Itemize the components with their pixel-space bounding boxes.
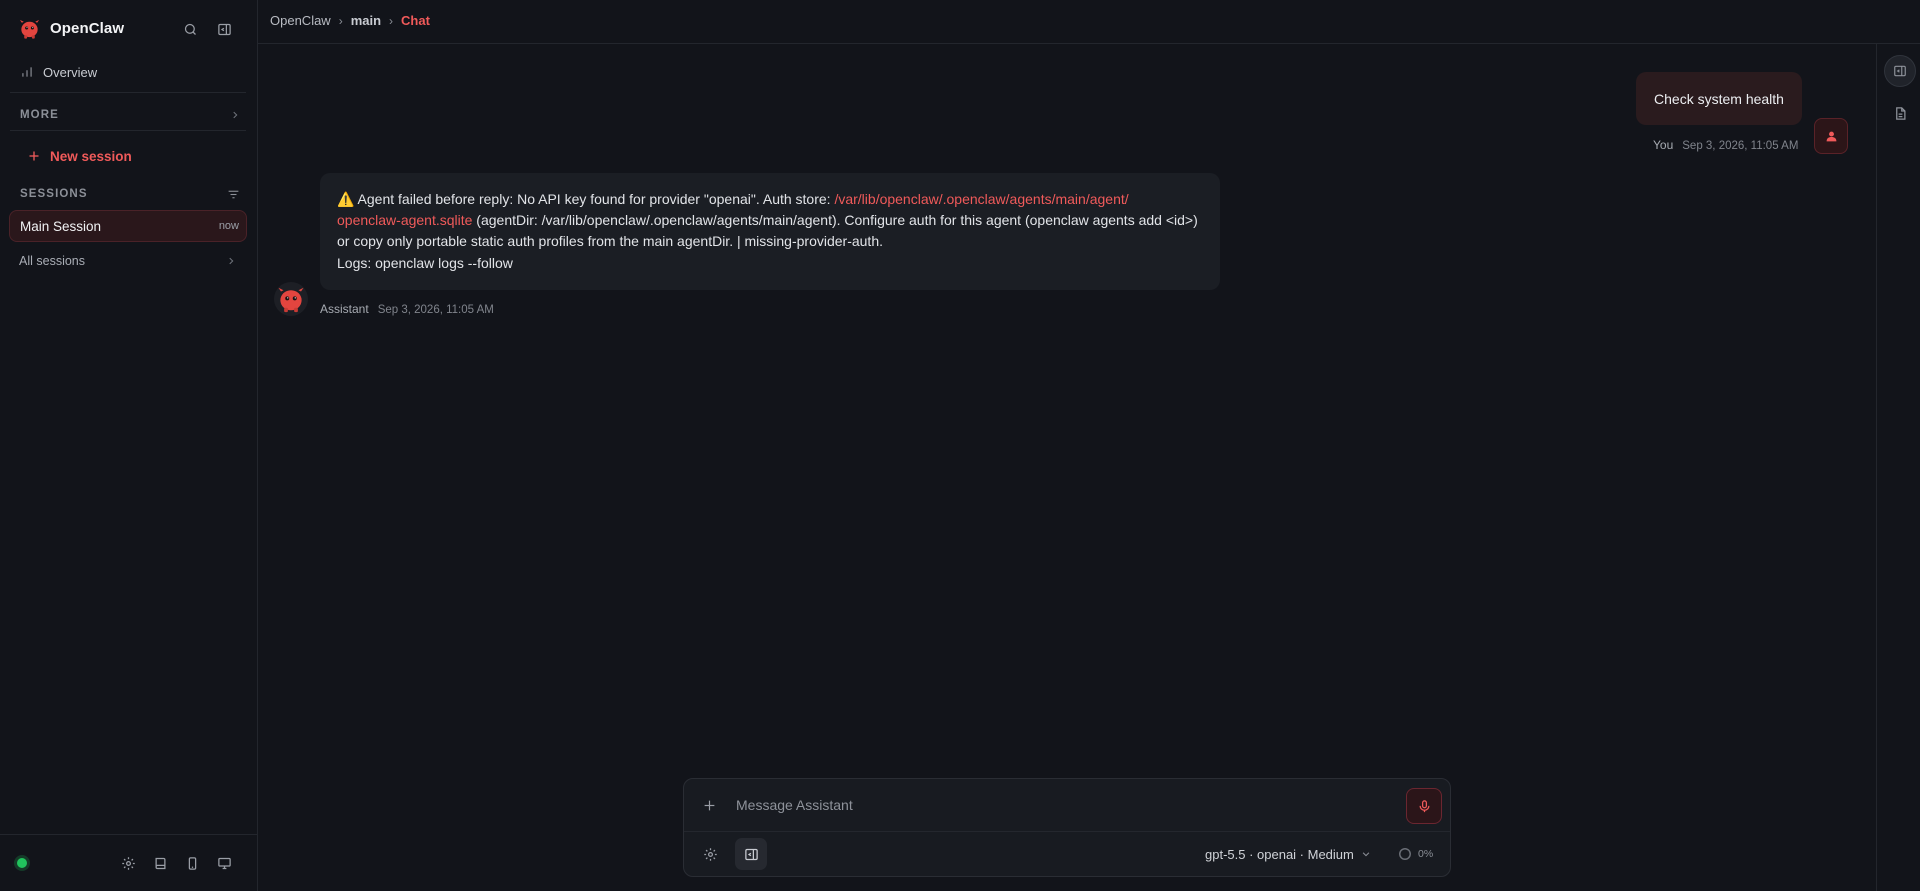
desktop-view-button[interactable] bbox=[212, 851, 236, 875]
breadcrumb-separator: › bbox=[389, 13, 394, 28]
assistant-message-meta: Assistant Sep 3, 2026, 11:05 AM bbox=[320, 302, 494, 316]
logs-hint: Logs: openclaw logs --follow bbox=[337, 254, 513, 271]
message-input[interactable] bbox=[736, 792, 1376, 818]
breadcrumb-agent[interactable]: main bbox=[351, 13, 381, 28]
app-name: OpenClaw bbox=[50, 19, 125, 37]
composer-panel-toggle-button[interactable] bbox=[735, 838, 767, 870]
divider bbox=[684, 831, 1450, 832]
panel-toggle-icon bbox=[744, 848, 758, 860]
mobile-icon bbox=[188, 856, 196, 870]
session-time: now bbox=[218, 220, 239, 232]
document-icon bbox=[1895, 106, 1905, 120]
openclaw-logo-icon bbox=[278, 287, 304, 313]
message-author: You bbox=[1653, 138, 1674, 152]
sidebar-item-overview[interactable]: Overview bbox=[10, 61, 246, 83]
sessions-section-header: SESSIONS bbox=[20, 186, 240, 202]
openclaw-logo-icon bbox=[19, 19, 40, 39]
session-name: Main Session bbox=[20, 218, 102, 234]
plus-icon bbox=[29, 151, 39, 161]
model-label: gpt-5.5 · openai · Medium bbox=[1205, 846, 1354, 862]
user-message-text: Check system health bbox=[1654, 90, 1784, 107]
auth-store-path-link[interactable]: openclaw-agent.sqlite bbox=[337, 212, 472, 228]
right-rail bbox=[1876, 44, 1920, 891]
divider bbox=[10, 130, 246, 131]
panel-toggle-icon bbox=[1894, 65, 1906, 77]
search-button[interactable] bbox=[178, 17, 202, 41]
breadcrumb-separator: › bbox=[338, 13, 343, 28]
chevron-right-icon bbox=[229, 257, 234, 265]
sidebar-item-label: Overview bbox=[43, 64, 98, 80]
auth-store-path-link[interactable]: /var/lib/openclaw/.openclaw/agents/main/… bbox=[834, 191, 1128, 207]
document-button[interactable] bbox=[1884, 97, 1916, 129]
book-icon bbox=[155, 857, 165, 869]
breadcrumb-current: Chat bbox=[401, 13, 430, 28]
connection-status-indicator bbox=[17, 858, 27, 868]
docs-button[interactable] bbox=[148, 851, 172, 875]
message-composer: gpt-5.5 · openai · Medium 0% bbox=[683, 778, 1451, 877]
breadcrumb: OpenClaw › main › Chat bbox=[270, 13, 430, 28]
topbar: OpenClaw › main › Chat bbox=[258, 0, 1920, 44]
progress-ring-icon bbox=[1399, 848, 1411, 860]
user-avatar bbox=[1814, 118, 1848, 154]
model-selector[interactable]: gpt-5.5 · openai · Medium bbox=[1205, 843, 1371, 865]
context-usage-meter: 0% bbox=[1398, 845, 1433, 863]
composer-settings-button[interactable] bbox=[694, 838, 726, 870]
user-icon bbox=[1826, 131, 1836, 141]
user-message-bubble: Check system health bbox=[1636, 72, 1802, 125]
breadcrumb-root[interactable]: OpenClaw bbox=[270, 13, 331, 28]
sidebar-footer bbox=[0, 834, 258, 890]
all-sessions-label: All sessions bbox=[19, 254, 85, 268]
chevron-right-icon bbox=[233, 111, 238, 119]
more-section-toggle[interactable]: MORE bbox=[20, 107, 240, 123]
filter-icon[interactable] bbox=[227, 188, 240, 201]
new-session-button[interactable]: New session bbox=[28, 146, 132, 166]
voice-input-button[interactable] bbox=[1406, 788, 1442, 824]
brand[interactable]: OpenClaw bbox=[18, 17, 124, 39]
plus-icon bbox=[704, 800, 714, 810]
all-sessions-link[interactable]: All sessions bbox=[10, 250, 236, 272]
error-text: Agent failed before reply: No API key fo… bbox=[354, 191, 835, 207]
new-session-label: New session bbox=[50, 148, 132, 164]
mobile-view-button[interactable] bbox=[180, 851, 204, 875]
divider bbox=[10, 92, 246, 93]
search-icon bbox=[184, 23, 196, 35]
sidebar: OpenClaw Overview MORE New session SESSI… bbox=[0, 0, 258, 891]
context-usage-value: 0% bbox=[1418, 848, 1434, 860]
message-author: Assistant bbox=[320, 302, 369, 316]
assistant-message-bubble: ⚠️ Agent failed before reply: No API key… bbox=[320, 173, 1220, 290]
message-time: Sep 3, 2026, 11:05 AM bbox=[377, 304, 494, 316]
sessions-label: SESSIONS bbox=[20, 188, 88, 200]
settings-icon bbox=[121, 856, 135, 870]
more-label: MORE bbox=[20, 109, 59, 121]
sidebar-collapse-icon bbox=[217, 23, 231, 35]
settings-icon bbox=[703, 847, 717, 861]
toggle-panel-button[interactable] bbox=[1884, 55, 1916, 87]
microphone-icon bbox=[1419, 799, 1429, 812]
collapse-sidebar-button[interactable] bbox=[212, 17, 236, 41]
attach-button[interactable] bbox=[699, 795, 719, 815]
chevron-down-icon bbox=[1362, 852, 1370, 857]
settings-button[interactable] bbox=[116, 851, 140, 875]
assistant-avatar bbox=[274, 282, 308, 316]
user-message-meta: You Sep 3, 2026, 11:05 AM bbox=[1653, 138, 1798, 152]
bar-chart-icon bbox=[22, 67, 32, 77]
warning-icon: ⚠️ bbox=[337, 191, 355, 207]
session-item-main[interactable]: Main Session now bbox=[9, 210, 247, 242]
message-time: Sep 3, 2026, 11:05 AM bbox=[1682, 140, 1799, 152]
monitor-icon bbox=[217, 857, 231, 869]
